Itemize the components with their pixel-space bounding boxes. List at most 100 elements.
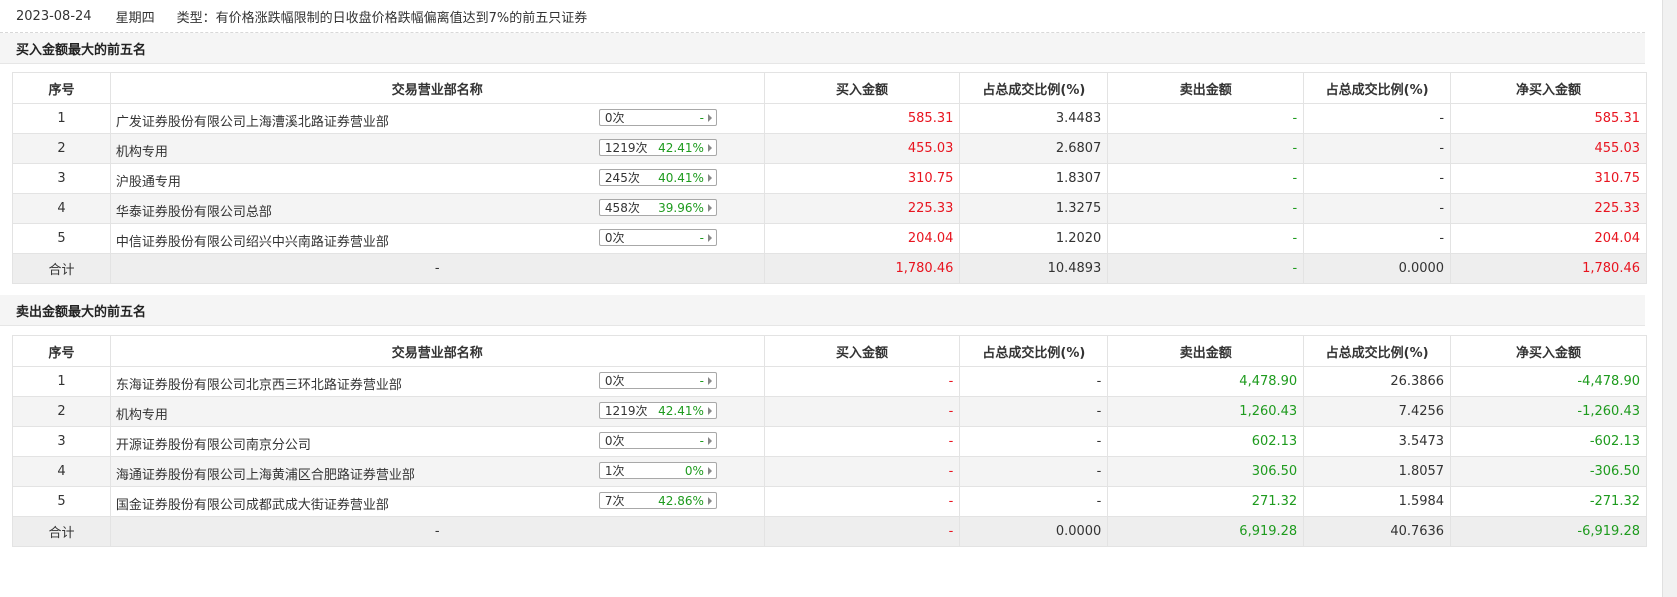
broker-cell: 海通证券股份有限公司上海黄浦区合肥路证券营业部 1次 0% [109, 456, 765, 487]
broker-stats-button[interactable]: 458次 39.96% [598, 199, 717, 216]
table-row: 5 国金证券股份有限公司成都武成大街证券营业部 7次 42.86% - -271.32 1.… [12, 486, 1647, 517]
broker-cell: 机构专用 1219次 42.41% [109, 396, 765, 427]
caret-right-icon [707, 143, 712, 152]
buy-amount: 310.75 [763, 163, 961, 194]
broker-stats-button[interactable]: 7次 42.86% [598, 492, 717, 509]
caret-right-icon [707, 466, 712, 475]
sell-section-title: 卖出金额最大的前五名 [0, 295, 1645, 326]
sell-ratio: 3.5473 [1303, 426, 1452, 457]
caret-right-icon [707, 496, 712, 505]
broker-name[interactable]: 国金证券股份有限公司成都武成大街证券营业部 [116, 494, 389, 513]
broker-stats-button[interactable]: 0次 - [598, 229, 717, 246]
row-seq: 5 [12, 486, 111, 517]
total-sell-amount: - [1107, 253, 1305, 284]
buy-ratio: - [959, 396, 1109, 427]
sell-amount: 4,478.90 [1107, 366, 1305, 397]
broker-stats-button[interactable]: 0次 - [598, 372, 717, 389]
broker-success-rate: 42.41% [658, 140, 704, 155]
total-row: 合计 -1,780.46 10.4893-0.0000 1,780.46 [12, 253, 1647, 284]
buy-ratio: - [959, 426, 1109, 457]
broker-success-rate: 40.41% [658, 170, 704, 185]
net-amount: -602.13 [1450, 426, 1647, 457]
buy-amount: - [763, 426, 961, 457]
table-header-row: 序号 交易营业部名称 买入金额 占总成交比例(%) 卖出金额 占总成交比例(%)… [12, 335, 1647, 367]
caret-right-icon [707, 203, 712, 212]
broker-name[interactable]: 沪股通专用 [116, 171, 181, 190]
broker-appear-count: 1次 [604, 464, 625, 478]
table-row: 2 机构专用 1219次 42.41% - -1,260.43 7.4256 -1,260.4… [12, 396, 1647, 427]
total-net-amount: -6,919.28 [1450, 516, 1647, 547]
sell-ratio: 26.3866 [1303, 366, 1452, 397]
broker-name[interactable]: 广发证券股份有限公司上海漕溪北路证券营业部 [116, 111, 389, 130]
buy-ratio: - [959, 366, 1109, 397]
broker-name[interactable]: 机构专用 [116, 141, 168, 160]
sell-amount: 306.50 [1107, 456, 1305, 487]
net-amount: -271.32 [1450, 486, 1647, 517]
list-type-description: 类型：有价格涨跌幅限制的日收盘价格跌幅偏离值达到7%的前五只证券 [176, 10, 588, 26]
broker-success-rate: 42.86% [658, 493, 704, 508]
buy-top5-table: 序号 交易营业部名称 买入金额 占总成交比例(%) 卖出金额 占总成交比例(%)… [12, 72, 1647, 284]
broker-success-rate: - [699, 433, 704, 448]
row-seq: 1 [12, 103, 111, 134]
caret-right-icon [707, 406, 712, 415]
broker-cell: 广发证券股份有限公司上海漕溪北路证券营业部 0次 - [109, 103, 765, 134]
broker-cell: 华泰证券股份有限公司总部 458次 39.96% [109, 193, 765, 224]
row-seq: 3 [12, 163, 111, 194]
row-seq: 4 [12, 193, 111, 224]
broker-name[interactable]: 中信证券股份有限公司绍兴中兴南路证券营业部 [116, 231, 389, 250]
sell-top5-table: 序号 交易营业部名称 买入金额 占总成交比例(%) 卖出金额 占总成交比例(%)… [12, 335, 1647, 547]
broker-stats-button[interactable]: 1次 0% [598, 462, 717, 479]
sell-ratio: 1.8057 [1303, 456, 1452, 487]
broker-success-rate: 42.41% [658, 403, 704, 418]
total-buy-ratio: 0.0000 [959, 516, 1109, 547]
broker-name[interactable]: 华泰证券股份有限公司总部 [116, 201, 272, 220]
broker-stats-button[interactable]: 0次 - [598, 109, 717, 126]
col-header-sell: 卖出金额 [1107, 72, 1305, 104]
broker-success-rate: 0% [684, 463, 704, 478]
col-header-sell: 卖出金额 [1107, 335, 1305, 367]
row-seq: 2 [12, 396, 111, 427]
broker-stats-button[interactable]: 1219次 42.41% [598, 139, 717, 156]
net-amount: 585.31 [1450, 103, 1647, 134]
broker-name[interactable]: 东海证券股份有限公司北京西三环北路证券营业部 [116, 374, 402, 393]
col-header-buy: 买入金额 [763, 335, 961, 367]
sell-ratio: - [1303, 193, 1452, 224]
total-name: - [109, 516, 765, 547]
vertical-scrollbar[interactable] [1662, 0, 1677, 597]
buy-section-title-text: 买入金额最大的前五名 [16, 42, 147, 58]
broker-name[interactable]: 机构专用 [116, 404, 168, 423]
total-row: 合计 - -0.0000 6,919.28 40.7636 -6,919.28 [12, 516, 1647, 547]
total-sell-ratio: 0.0000 [1303, 253, 1452, 284]
total-name: - [109, 253, 765, 284]
net-amount: 204.04 [1450, 223, 1647, 254]
net-amount: 310.75 [1450, 163, 1647, 194]
col-header-net: 净买入金额 [1450, 72, 1647, 104]
broker-success-rate: 39.96% [658, 200, 704, 215]
broker-name[interactable]: 海通证券股份有限公司上海黄浦区合肥路证券营业部 [116, 464, 415, 483]
col-header-name: 交易营业部名称 [109, 72, 765, 104]
caret-right-icon [707, 233, 712, 242]
sell-ratio: 1.5984 [1303, 486, 1452, 517]
net-amount: -4,478.90 [1450, 366, 1647, 397]
buy-amount: 455.03 [763, 133, 961, 164]
broker-stats-button[interactable]: 1219次 42.41% [598, 402, 717, 419]
table-row: 4 华泰证券股份有限公司总部 458次 39.96% 225.33 1.3275- -225… [12, 193, 1647, 224]
broker-stats-button[interactable]: 0次 - [598, 432, 717, 449]
total-net-amount: 1,780.46 [1450, 253, 1647, 284]
buy-amount: - [763, 366, 961, 397]
broker-stats-button[interactable]: 245次 40.41% [598, 169, 717, 186]
trade-weekday: 星期四 [115, 10, 155, 26]
caret-right-icon [707, 436, 712, 445]
sell-amount: - [1107, 163, 1305, 194]
sell-ratio: - [1303, 163, 1452, 194]
total-buy-amount: 1,780.46 [763, 253, 961, 284]
sell-ratio: - [1303, 223, 1452, 254]
buy-amount: - [763, 486, 961, 517]
sell-amount: - [1107, 223, 1305, 254]
col-header-name: 交易营业部名称 [109, 335, 765, 367]
broker-name[interactable]: 开源证券股份有限公司南京分公司 [116, 434, 311, 453]
total-buy-ratio: 10.4893 [959, 253, 1109, 284]
buy-ratio: - [959, 486, 1109, 517]
broker-cell: 东海证券股份有限公司北京西三环北路证券营业部 0次 - [109, 366, 765, 397]
row-seq: 1 [12, 366, 111, 397]
